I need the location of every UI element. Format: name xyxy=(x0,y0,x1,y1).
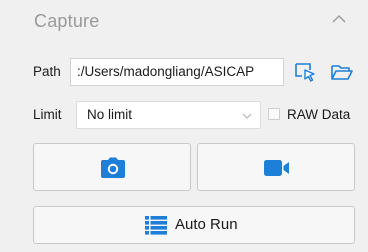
auto-run-button[interactable]: Auto Run xyxy=(33,206,355,244)
video-camera-icon xyxy=(264,160,289,176)
chevron-down-icon xyxy=(242,113,252,119)
camera-icon xyxy=(101,157,125,178)
section-title: Capture xyxy=(34,11,100,31)
path-input[interactable]: :/Users/madongliang/ASICAP xyxy=(70,58,284,86)
capture-panel: Capture Path :/Users/madongliang/ASICAP … xyxy=(0,0,368,252)
section-header[interactable]: Capture xyxy=(0,0,368,42)
folder-open-icon[interactable] xyxy=(330,60,354,84)
path-label: Path xyxy=(33,64,61,79)
auto-run-label: Auto Run xyxy=(175,216,238,233)
list-icon xyxy=(145,216,167,235)
snapshot-button[interactable] xyxy=(33,143,191,191)
limit-selected-value: No limit xyxy=(87,107,133,122)
raw-data-label[interactable]: RAW Data xyxy=(287,107,350,122)
raw-data-checkbox[interactable] xyxy=(268,108,280,120)
record-button[interactable] xyxy=(197,143,355,191)
limit-label: Limit xyxy=(33,107,62,122)
chevron-up-icon[interactable] xyxy=(329,12,349,26)
cursor-select-icon[interactable] xyxy=(293,60,317,84)
limit-select[interactable]: No limit xyxy=(76,101,261,129)
